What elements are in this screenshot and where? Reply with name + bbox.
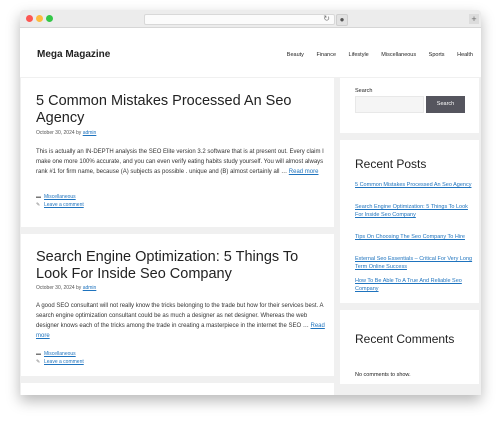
post-category-link[interactable]: ▬ Miscellaneous: [36, 351, 76, 357]
new-tab-icon[interactable]: +: [469, 14, 479, 24]
leave-comment-link[interactable]: Leave a comment: [44, 359, 84, 365]
post-author-link[interactable]: admin: [83, 285, 97, 291]
folder-icon: ▬: [36, 194, 41, 200]
comment-icon: ✎: [36, 202, 41, 208]
search-input[interactable]: [355, 96, 424, 113]
extension-icon[interactable]: ●: [336, 14, 348, 26]
nav-item-beauty[interactable]: Beauty: [287, 52, 304, 58]
recent-post-link[interactable]: How To Be Able To A True And Reliable Se…: [355, 277, 473, 293]
nav-item-lifestyle[interactable]: Lifestyle: [349, 52, 369, 58]
recent-posts-widget: Recent Posts 5 Common Mistakes Processed…: [340, 140, 479, 303]
post-category[interactable]: Miscellaneous: [44, 194, 76, 200]
leave-comment-link[interactable]: Leave a comment: [44, 202, 84, 208]
post-title[interactable]: Search Engine Optimization: 5 Things To …: [36, 249, 326, 283]
post-author-link[interactable]: admin: [83, 130, 97, 136]
maximize-window-icon[interactable]: [46, 15, 53, 22]
recent-post-link[interactable]: Search Engine Optimization: 5 Things To …: [355, 203, 473, 219]
minimize-window-icon[interactable]: [36, 15, 43, 22]
recent-post-link[interactable]: External Seo Essentials – Critical For V…: [355, 255, 473, 271]
post-comment-link[interactable]: ✎ Leave a comment: [36, 202, 84, 208]
recent-comments-widget: Recent Comments No comments to show.: [340, 310, 479, 384]
no-comments-text: No comments to show.: [355, 372, 411, 378]
post-by: by: [76, 285, 82, 291]
recent-posts-title: Recent Posts: [355, 157, 427, 171]
post-excerpt: This is actually an IN-DEPTH analysis th…: [36, 147, 326, 177]
post-by: by: [76, 130, 82, 136]
address-bar[interactable]: ↻: [144, 14, 335, 25]
search-widget: Search Search: [340, 78, 479, 133]
post-article: 5 Common Mistakes Processed An Seo Agenc…: [21, 78, 334, 227]
recent-comments-title: Recent Comments: [355, 332, 455, 346]
post-comment-link[interactable]: ✎ Leave a comment: [36, 359, 84, 365]
post-article: Search Engine Optimization: 5 Things To …: [21, 234, 334, 376]
post-excerpt-text: This is actually an IN-DEPTH analysis th…: [36, 149, 324, 175]
search-button[interactable]: Search: [426, 96, 465, 113]
post-meta: October 30, 2024 by admin: [36, 285, 96, 291]
post-article: [21, 383, 334, 395]
content-area: 5 Common Mistakes Processed An Seo Agenc…: [20, 78, 481, 395]
post-category-link[interactable]: ▬ Miscellaneous: [36, 194, 76, 200]
nav-item-health[interactable]: Health: [457, 52, 473, 58]
post-date: October 30, 2024: [36, 285, 75, 291]
nav-item-miscellaneous[interactable]: Miscellaneous: [381, 52, 416, 58]
site-title[interactable]: Mega Magazine: [37, 49, 110, 60]
browser-titlebar: ↻ ● +: [20, 10, 481, 28]
search-label: Search: [355, 88, 373, 94]
recent-post-link[interactable]: 5 Common Mistakes Processed An Seo Agenc…: [355, 181, 473, 189]
post-excerpt: A good SEO consultant will not really kn…: [36, 301, 326, 341]
post-date: October 30, 2024: [36, 130, 75, 136]
nav-item-finance[interactable]: Finance: [316, 52, 336, 58]
post-meta: October 30, 2024 by admin: [36, 130, 96, 136]
browser-window: ↻ ● + Mega Magazine Beauty Finance Lifes…: [20, 10, 481, 395]
nav-item-sports[interactable]: Sports: [429, 52, 445, 58]
recent-post-link[interactable]: Tips On Choosing The Seo Company To Hire: [355, 233, 473, 241]
comment-icon: ✎: [36, 359, 41, 365]
reload-icon[interactable]: ↻: [323, 14, 330, 24]
folder-icon: ▬: [36, 351, 41, 357]
post-excerpt-text: A good SEO consultant will not really kn…: [36, 303, 324, 329]
close-window-icon[interactable]: [26, 15, 33, 22]
post-title[interactable]: 5 Common Mistakes Processed An Seo Agenc…: [36, 93, 326, 127]
post-category[interactable]: Miscellaneous: [44, 351, 76, 357]
main-navigation: Beauty Finance Lifestyle Miscellaneous S…: [276, 52, 473, 58]
read-more-link[interactable]: Read more: [289, 169, 319, 175]
site-header: Mega Magazine Beauty Finance Lifestyle M…: [20, 28, 481, 77]
